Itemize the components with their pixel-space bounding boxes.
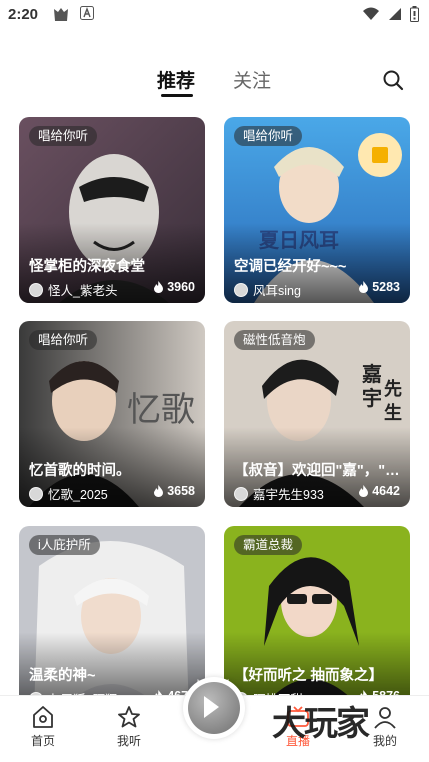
category-tag: 霸道总裁 (234, 535, 303, 555)
star-icon (118, 706, 140, 728)
room-title: 怪掌柜的深夜食堂 (29, 259, 145, 275)
tab-recommend[interactable]: 推荐 (157, 66, 195, 93)
flame-icon (359, 281, 369, 293)
host-info: 怪人_紫老头 (29, 280, 117, 299)
heat-count: 5283 (358, 280, 400, 294)
signal-icon (389, 8, 401, 20)
heat-count: 4642 (358, 484, 400, 498)
category-tag: 唱给你听 (29, 126, 98, 146)
status-time: 2:20 (8, 6, 39, 23)
status-bar: 2:20 (0, 0, 429, 30)
host-name: 嘉宇先生933 (253, 488, 324, 502)
room-title: 【叔音】欢迎回"嘉"，"… (234, 463, 400, 479)
category-tag: 磁性低音炮 (234, 330, 315, 350)
flame-icon (154, 485, 164, 497)
status-right-icons (362, 6, 419, 22)
top-tab-bar: 推荐 关注 (0, 62, 429, 102)
heat-count: 3960 (153, 280, 195, 294)
host-name: 怪人_紫老头 (48, 284, 118, 298)
heat-value: 3658 (167, 484, 195, 498)
active-tab-indicator (161, 94, 193, 97)
watermark-logo: 大玩家 (272, 705, 370, 743)
live-room-card[interactable]: i人庇护所 温柔的神~ 九尾狐_阿狸 4674 (19, 526, 205, 712)
flame-icon (359, 485, 369, 497)
room-title: 【好而听之 抽而象之】 (234, 668, 384, 684)
heat-count: 3658 (153, 484, 195, 498)
svg-text:先: 先 (384, 378, 402, 400)
host-avatar (29, 486, 43, 501)
category-tag: 唱给你听 (29, 330, 98, 350)
live-room-card[interactable]: 唱给你听 怪掌柜的深夜食堂 怪人_紫老头 3960 (19, 117, 205, 303)
nav-listen[interactable]: 我听 (99, 704, 159, 749)
live-room-card[interactable]: 霸道总裁 【好而听之 抽而象之】 阿桃不甜_Man 5876 (224, 526, 410, 712)
center-play-button[interactable] (183, 677, 245, 739)
host-avatar (234, 282, 248, 297)
flame-icon (154, 281, 164, 293)
room-title: 忆首歌的时间。 (29, 463, 131, 479)
live-room-card[interactable]: 嘉 宇 先 生 磁性低音炮 【叔音】欢迎回"嘉"，"… 嘉宇先生933 4642 (224, 321, 410, 507)
host-info: 忆歌_2025 (29, 484, 108, 503)
keyboard-indicator-icon (80, 6, 94, 20)
svg-text:忆歌: 忆歌 (127, 390, 195, 430)
live-room-card[interactable]: 夏日风耳 唱给你听 空调已经开好~~~ 风耳sing 5283 (224, 117, 410, 303)
heat-value: 4642 (372, 484, 400, 498)
app-notification-icon (54, 8, 68, 21)
host-name: 忆歌_2025 (48, 488, 108, 502)
room-title: 温柔的神~ (29, 668, 96, 684)
category-tag: 唱给你听 (234, 126, 303, 146)
category-tag: i人庇护所 (29, 535, 100, 555)
home-icon (33, 706, 53, 728)
host-avatar (234, 486, 248, 501)
host-info: 嘉宇先生933 (234, 484, 324, 503)
svg-text:生: 生 (384, 402, 402, 424)
host-avatar (29, 282, 43, 297)
nav-listen-label: 我听 (116, 734, 141, 748)
heat-value: 3960 (167, 280, 195, 294)
profile-icon (374, 707, 396, 729)
live-room-card[interactable]: 忆歌 唱给你听 忆首歌的时间。 忆歌_2025 3658 (19, 321, 205, 507)
wifi-icon (363, 7, 379, 20)
nav-me-label: 我的 (372, 734, 397, 748)
search-icon[interactable] (381, 68, 405, 92)
host-name: 风耳sing (253, 284, 301, 298)
nav-home[interactable]: 首页 (13, 704, 73, 749)
nav-home-label: 首页 (30, 734, 55, 748)
room-title: 空调已经开好~~~ (234, 259, 347, 275)
host-info: 风耳sing (234, 280, 301, 299)
tab-follow[interactable]: 关注 (233, 66, 271, 93)
heat-value: 5283 (372, 280, 400, 294)
play-icon (204, 696, 219, 718)
battery-icon (410, 6, 419, 22)
svg-text:宇: 宇 (362, 386, 382, 410)
svg-text:嘉: 嘉 (361, 362, 382, 386)
